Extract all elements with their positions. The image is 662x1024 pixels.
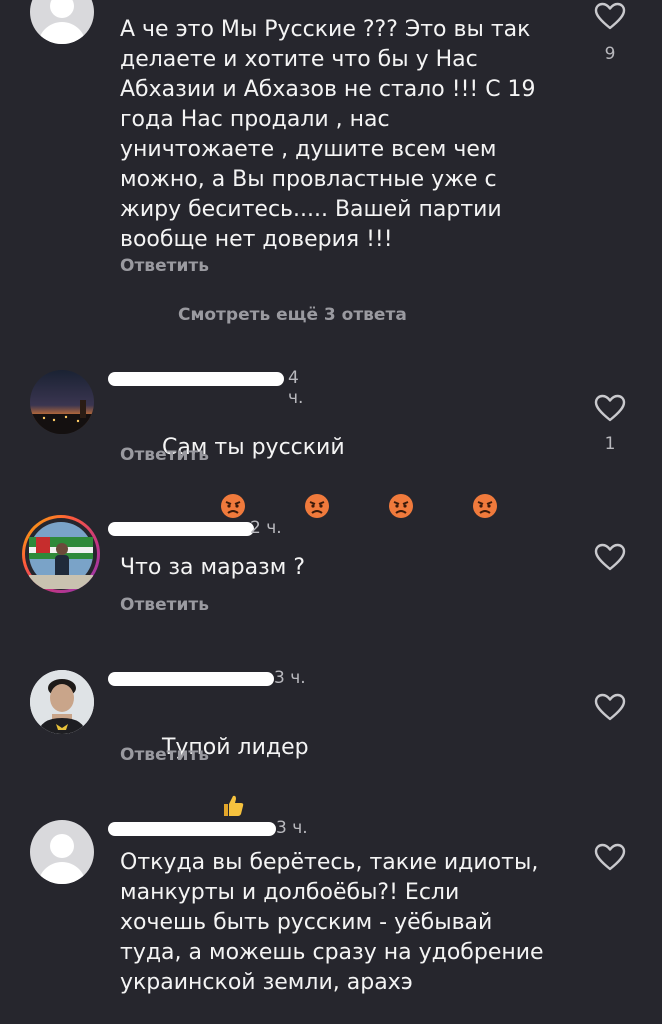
avatar-default[interactable] [30,820,94,884]
redacted-username [108,372,284,386]
redacted-username [108,822,276,836]
comments-thread: А че это Мы Русские ??? Это вы так делае… [0,0,662,1024]
emoji-angry-2 [248,463,330,558]
reply-button[interactable]: Ответить [120,595,209,615]
timestamp: 2 ч. [250,518,282,538]
like-button[interactable]: 1 [594,394,626,454]
emoji-thumbs-up [164,763,246,858]
view-more-replies-button[interactable]: Смотреть ещё 3 ответа [178,305,407,325]
comment-text: Откуда вы берётесь, такие идиоты, манкур… [120,850,544,995]
comment-meta: 3 ч. [108,668,318,690]
like-button[interactable] [594,693,626,725]
like-count: 1 [604,434,616,454]
reply-button[interactable]: Ответить [120,745,209,765]
emoji-angry-4 [416,463,498,558]
heart-outline-icon [594,394,626,422]
like-count: 9 [604,44,616,64]
reply-button[interactable]: Ответить [120,445,209,465]
avatar-photo[interactable] [30,670,94,734]
reply-button[interactable]: Ответить [120,256,209,276]
redacted-username [108,522,254,536]
timestamp: 3 ч. [276,818,308,838]
avatar-story-ring[interactable] [22,515,100,593]
avatar-night-city[interactable] [30,370,94,434]
heart-outline-icon [594,543,626,571]
comment-meta: 4 ч. [108,368,318,408]
emoji-angry-1 [164,463,246,558]
comment-text: А че это Мы Русские ??? Это вы так делае… [120,17,536,252]
heart-outline-icon [594,843,626,871]
comment-meta: 2 ч. [108,518,318,540]
like-button[interactable] [594,543,626,575]
emoji-angry-3 [332,463,414,558]
like-button[interactable]: 9 [594,2,626,64]
timestamp: 3 ч. [274,668,306,688]
comment-text: Что за маразм ? [120,555,306,580]
like-button[interactable] [594,843,626,875]
avatar-default[interactable] [30,0,94,44]
heart-outline-icon [594,2,626,30]
redacted-username [108,672,274,686]
timestamp: 4 ч. [288,368,304,408]
comment-meta: 3 ч. [108,818,318,840]
heart-outline-icon [594,693,626,721]
